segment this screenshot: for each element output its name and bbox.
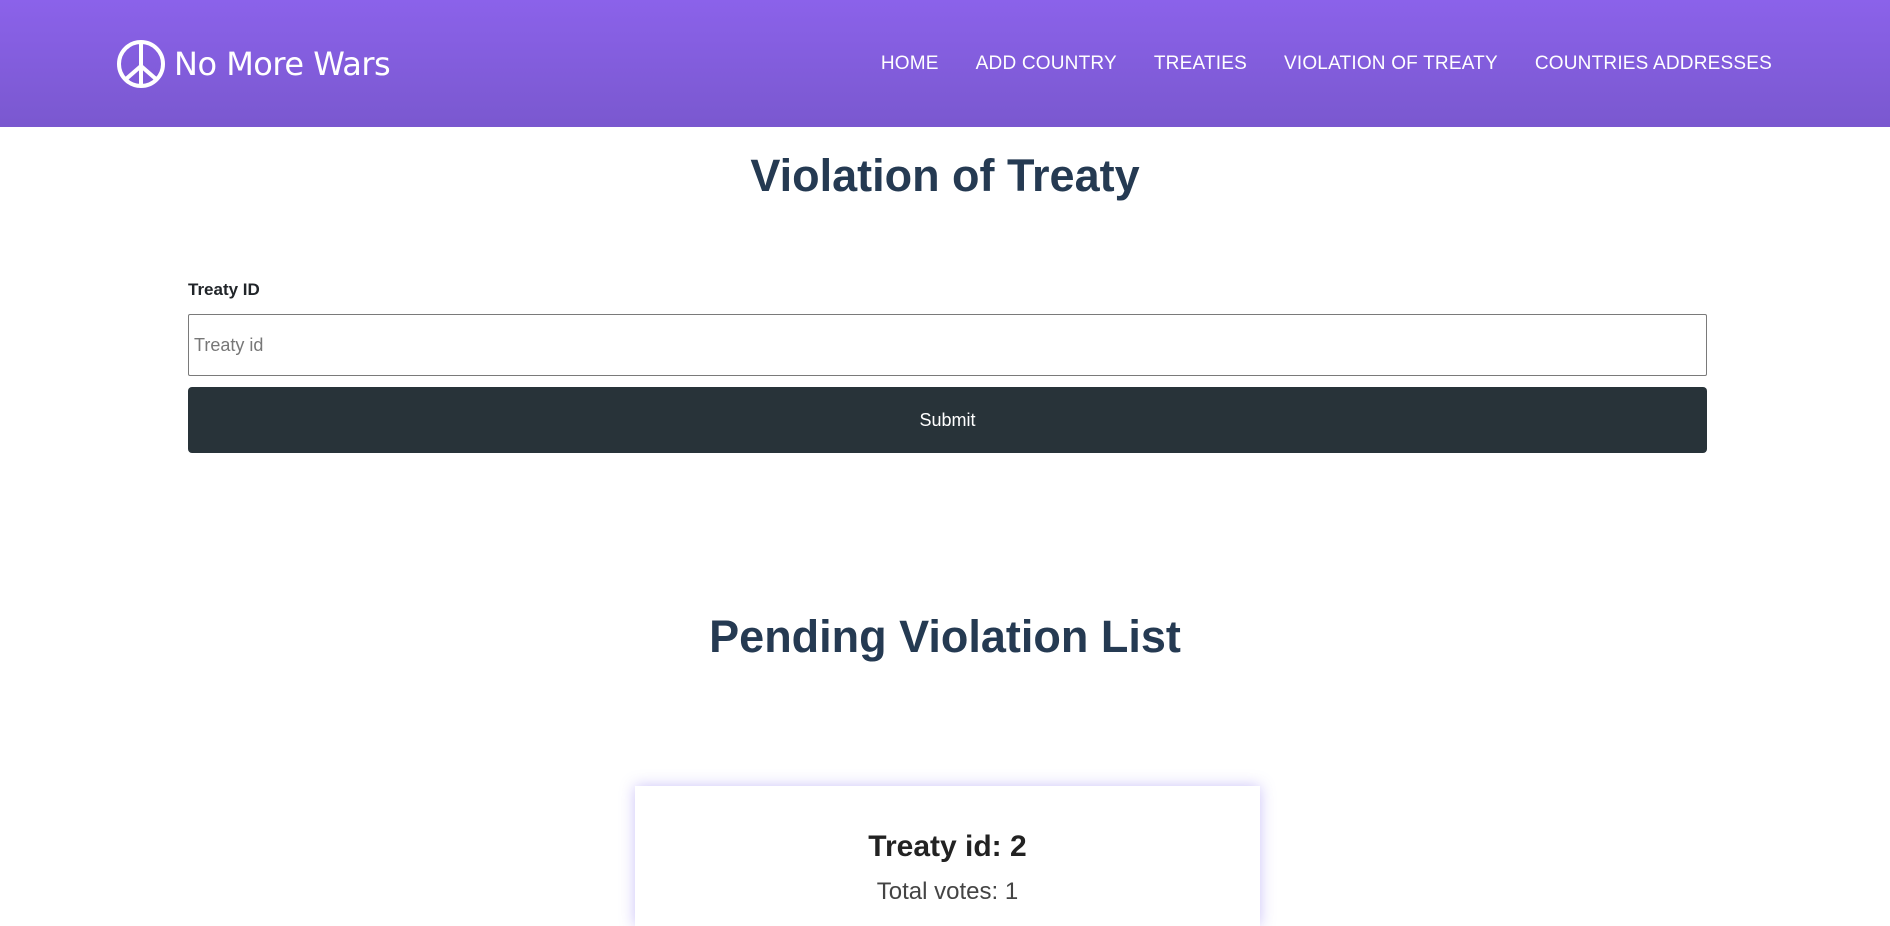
violation-page-title: Violation of Treaty — [750, 150, 1140, 201]
nav-item-home[interactable]: HOME — [881, 53, 939, 75]
pending-violation-card[interactable]: Treaty id: 2 Total votes: 1 — [635, 786, 1260, 926]
pending-violation-title: Pending Violation List — [709, 611, 1181, 662]
submit-button[interactable]: Submit — [188, 387, 1707, 453]
main-nav: HOME ADD COUNTRY TREATIES VIOLATION OF T… — [881, 53, 1772, 75]
brand-name: No More Wars — [174, 44, 391, 83]
card-total-votes: Total votes: 1 — [876, 878, 1019, 905]
treaty-id-label: Treaty ID — [188, 280, 260, 299]
nav-item-treaties[interactable]: TREATIES — [1154, 53, 1247, 75]
nav-item-add-country[interactable]: ADD COUNTRY — [976, 53, 1117, 75]
brand-logo-link[interactable]: No More Wars — [116, 39, 391, 89]
peace-icon — [117, 39, 165, 88]
violation-form: Treaty ID Submit — [188, 280, 1707, 453]
nav-item-countries-addresses[interactable]: COUNTRIES ADDRESSES — [1535, 53, 1772, 75]
nav-item-violation-of-treaty[interactable]: VIOLATION OF TREATY — [1284, 53, 1498, 75]
treaty-id-input[interactable] — [188, 314, 1707, 376]
card-treaty-id: Treaty id: 2 — [868, 830, 1027, 863]
top-navbar: No More Wars HOME ADD COUNTRY TREATIES V… — [0, 0, 1890, 127]
